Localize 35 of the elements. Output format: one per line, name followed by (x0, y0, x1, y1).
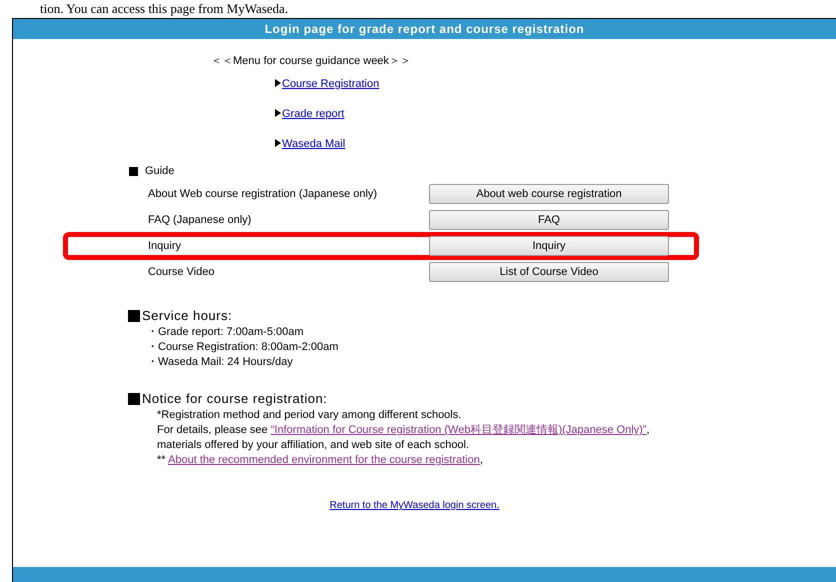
guide-button[interactable]: Inquiry (429, 236, 669, 256)
notice-text: materials offered by your affiliation, and web site of each school. (157, 439, 470, 451)
triangle-bullet-icon (275, 138, 281, 146)
document-text: tion. You can access this page from MyWaseda. (39, 0, 290, 18)
triangle-bullet-icon (275, 78, 281, 86)
section-heading: Guide (145, 164, 174, 179)
return-link[interactable]: Return to the MyWaseda login screen. (330, 498, 500, 513)
guide-label: Inquiry (148, 238, 182, 254)
square-bullet-icon (128, 393, 140, 405)
menu-link[interactable]: Grade report (282, 106, 344, 122)
guide-label: FAQ (Japanese only) (148, 212, 252, 228)
notice-text: *Registration method and period vary among different schools. (157, 409, 462, 421)
menu-link[interactable]: Course Registration (282, 76, 380, 92)
guide-button[interactable]: FAQ (429, 210, 669, 230)
guide-label: About Web course registration (Japanese only) (148, 186, 378, 202)
square-bullet-icon (129, 166, 138, 176)
section-heading: Notice for course registration: (142, 390, 328, 408)
page-title: Login page for grade report and course registration (264, 21, 584, 38)
triangle-bullet-icon (275, 108, 281, 116)
hours-item: ・Course Registration: 8:00am-2:00am (147, 341, 338, 353)
notice-link[interactable]: “Information for Course registration (Web科目登録関連情報)(Japanese Only)” (270, 424, 646, 436)
guide-button[interactable]: List of Course Video (429, 262, 669, 282)
section-heading: Service hours: (142, 307, 232, 326)
notice-link[interactable]: About the recommended environment for the course registration (168, 454, 480, 466)
notice-text: , (646, 424, 650, 436)
guide-button[interactable]: About web course registration (429, 184, 669, 204)
notice-text: For details, please see (157, 424, 269, 436)
hours-item: ・Waseda Mail: 24 Hours/day (147, 356, 293, 368)
guide-label: Course Video (148, 264, 216, 280)
notice-text: , (480, 454, 483, 466)
menu-heading: ＜＜Menu for course guidance week＞＞ (211, 55, 411, 67)
menu-link[interactable]: Waseda Mail (282, 136, 346, 152)
hours-item: ・Grade report: 7:00am-5:00am (147, 326, 304, 338)
square-bullet-icon (128, 310, 140, 322)
notice-text: ** (157, 454, 167, 466)
